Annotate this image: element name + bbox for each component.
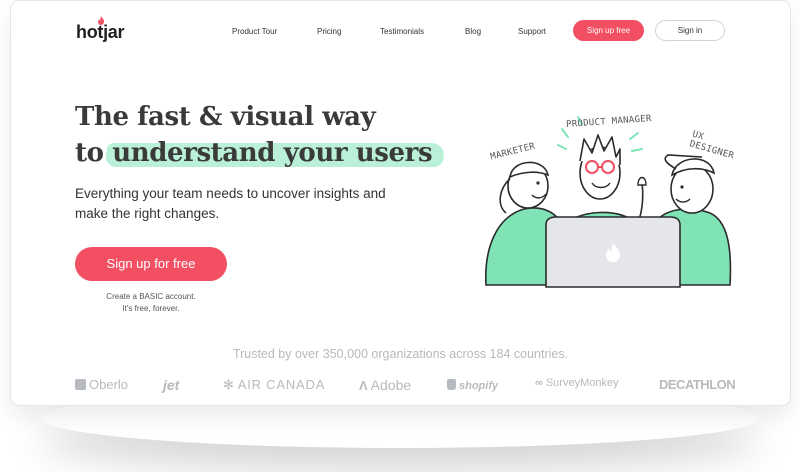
- signin-button[interactable]: Sign in: [655, 20, 725, 41]
- shopify-bag-icon: [447, 379, 456, 390]
- pm-hair: [579, 134, 621, 165]
- hero-subcopy: Everything your team needs to uncover in…: [75, 186, 386, 221]
- designer-eye: [680, 185, 684, 189]
- customer-logos: Oberlo jet ✻ AIR CANADA Λ Adobe shopify ∞ S…: [75, 377, 736, 397]
- logo-surveymonkey: ∞ SurveyMonkey: [535, 377, 619, 389]
- browser-page: hotjar Product Tour Pricing Testimonials…: [11, 1, 790, 405]
- cta-note: Create a BASIC account. It's free, forev…: [75, 291, 227, 315]
- headline-line-2: to understand your users: [75, 135, 433, 171]
- cta-note-line-2: It's free, forever.: [122, 304, 180, 313]
- logo-jet: jet: [163, 377, 180, 393]
- flame-icon: [98, 16, 104, 25]
- marketer-eye: [536, 181, 540, 185]
- logo-shopify-label: shopify: [459, 380, 499, 392]
- logo-air-canada: ✻ AIR CANADA: [223, 377, 325, 393]
- logo-air-canada-label: AIR CANADA: [237, 377, 326, 392]
- oberlo-icon: [75, 379, 86, 390]
- signup-free-button[interactable]: Sign up free: [573, 20, 644, 41]
- nav-pricing[interactable]: Pricing: [317, 27, 341, 36]
- logo-oberlo-label: Oberlo: [89, 377, 129, 392]
- trusted-by-text: Trusted by over 350,000 organizations ac…: [232, 347, 569, 361]
- cta-note-line-1: Create a BASIC account.: [106, 292, 196, 301]
- hotjar-logo[interactable]: hotjar: [76, 16, 125, 43]
- headline-prefix: to: [75, 138, 104, 168]
- pm-finger: [637, 176, 647, 186]
- logo-text: hotjar: [76, 22, 125, 42]
- nav-blog[interactable]: Blog: [465, 27, 481, 36]
- logo-shopify: shopify: [447, 377, 498, 392]
- headline-highlight: understand your users: [112, 138, 433, 168]
- headline-line-1: The fast & visual way: [75, 102, 376, 132]
- signup-for-free-button[interactable]: Sign up for free: [75, 247, 227, 281]
- logo-surveymonkey-label: SurveyMonkey: [545, 377, 619, 389]
- team-illustration: MARKETER PRODUCT MANAGER UX DESIGNER: [466, 109, 746, 300]
- maple-leaf-icon: ✻: [223, 377, 235, 392]
- nav-product-tour[interactable]: Product Tour: [232, 27, 277, 36]
- surveymonkey-icon: ∞: [535, 377, 543, 389]
- nav-support[interactable]: Support: [518, 27, 546, 36]
- hero-headline: The fast & visual way to understand your…: [75, 99, 433, 171]
- logo-adobe: Λ Adobe: [359, 377, 411, 393]
- logo-decathlon: DECATHLON: [659, 377, 736, 392]
- nav-testimonials[interactable]: Testimonials: [380, 27, 424, 36]
- logo-adobe-label: Adobe: [370, 377, 412, 393]
- adobe-icon: Λ: [359, 378, 368, 393]
- logo-oberlo: Oberlo: [75, 377, 128, 392]
